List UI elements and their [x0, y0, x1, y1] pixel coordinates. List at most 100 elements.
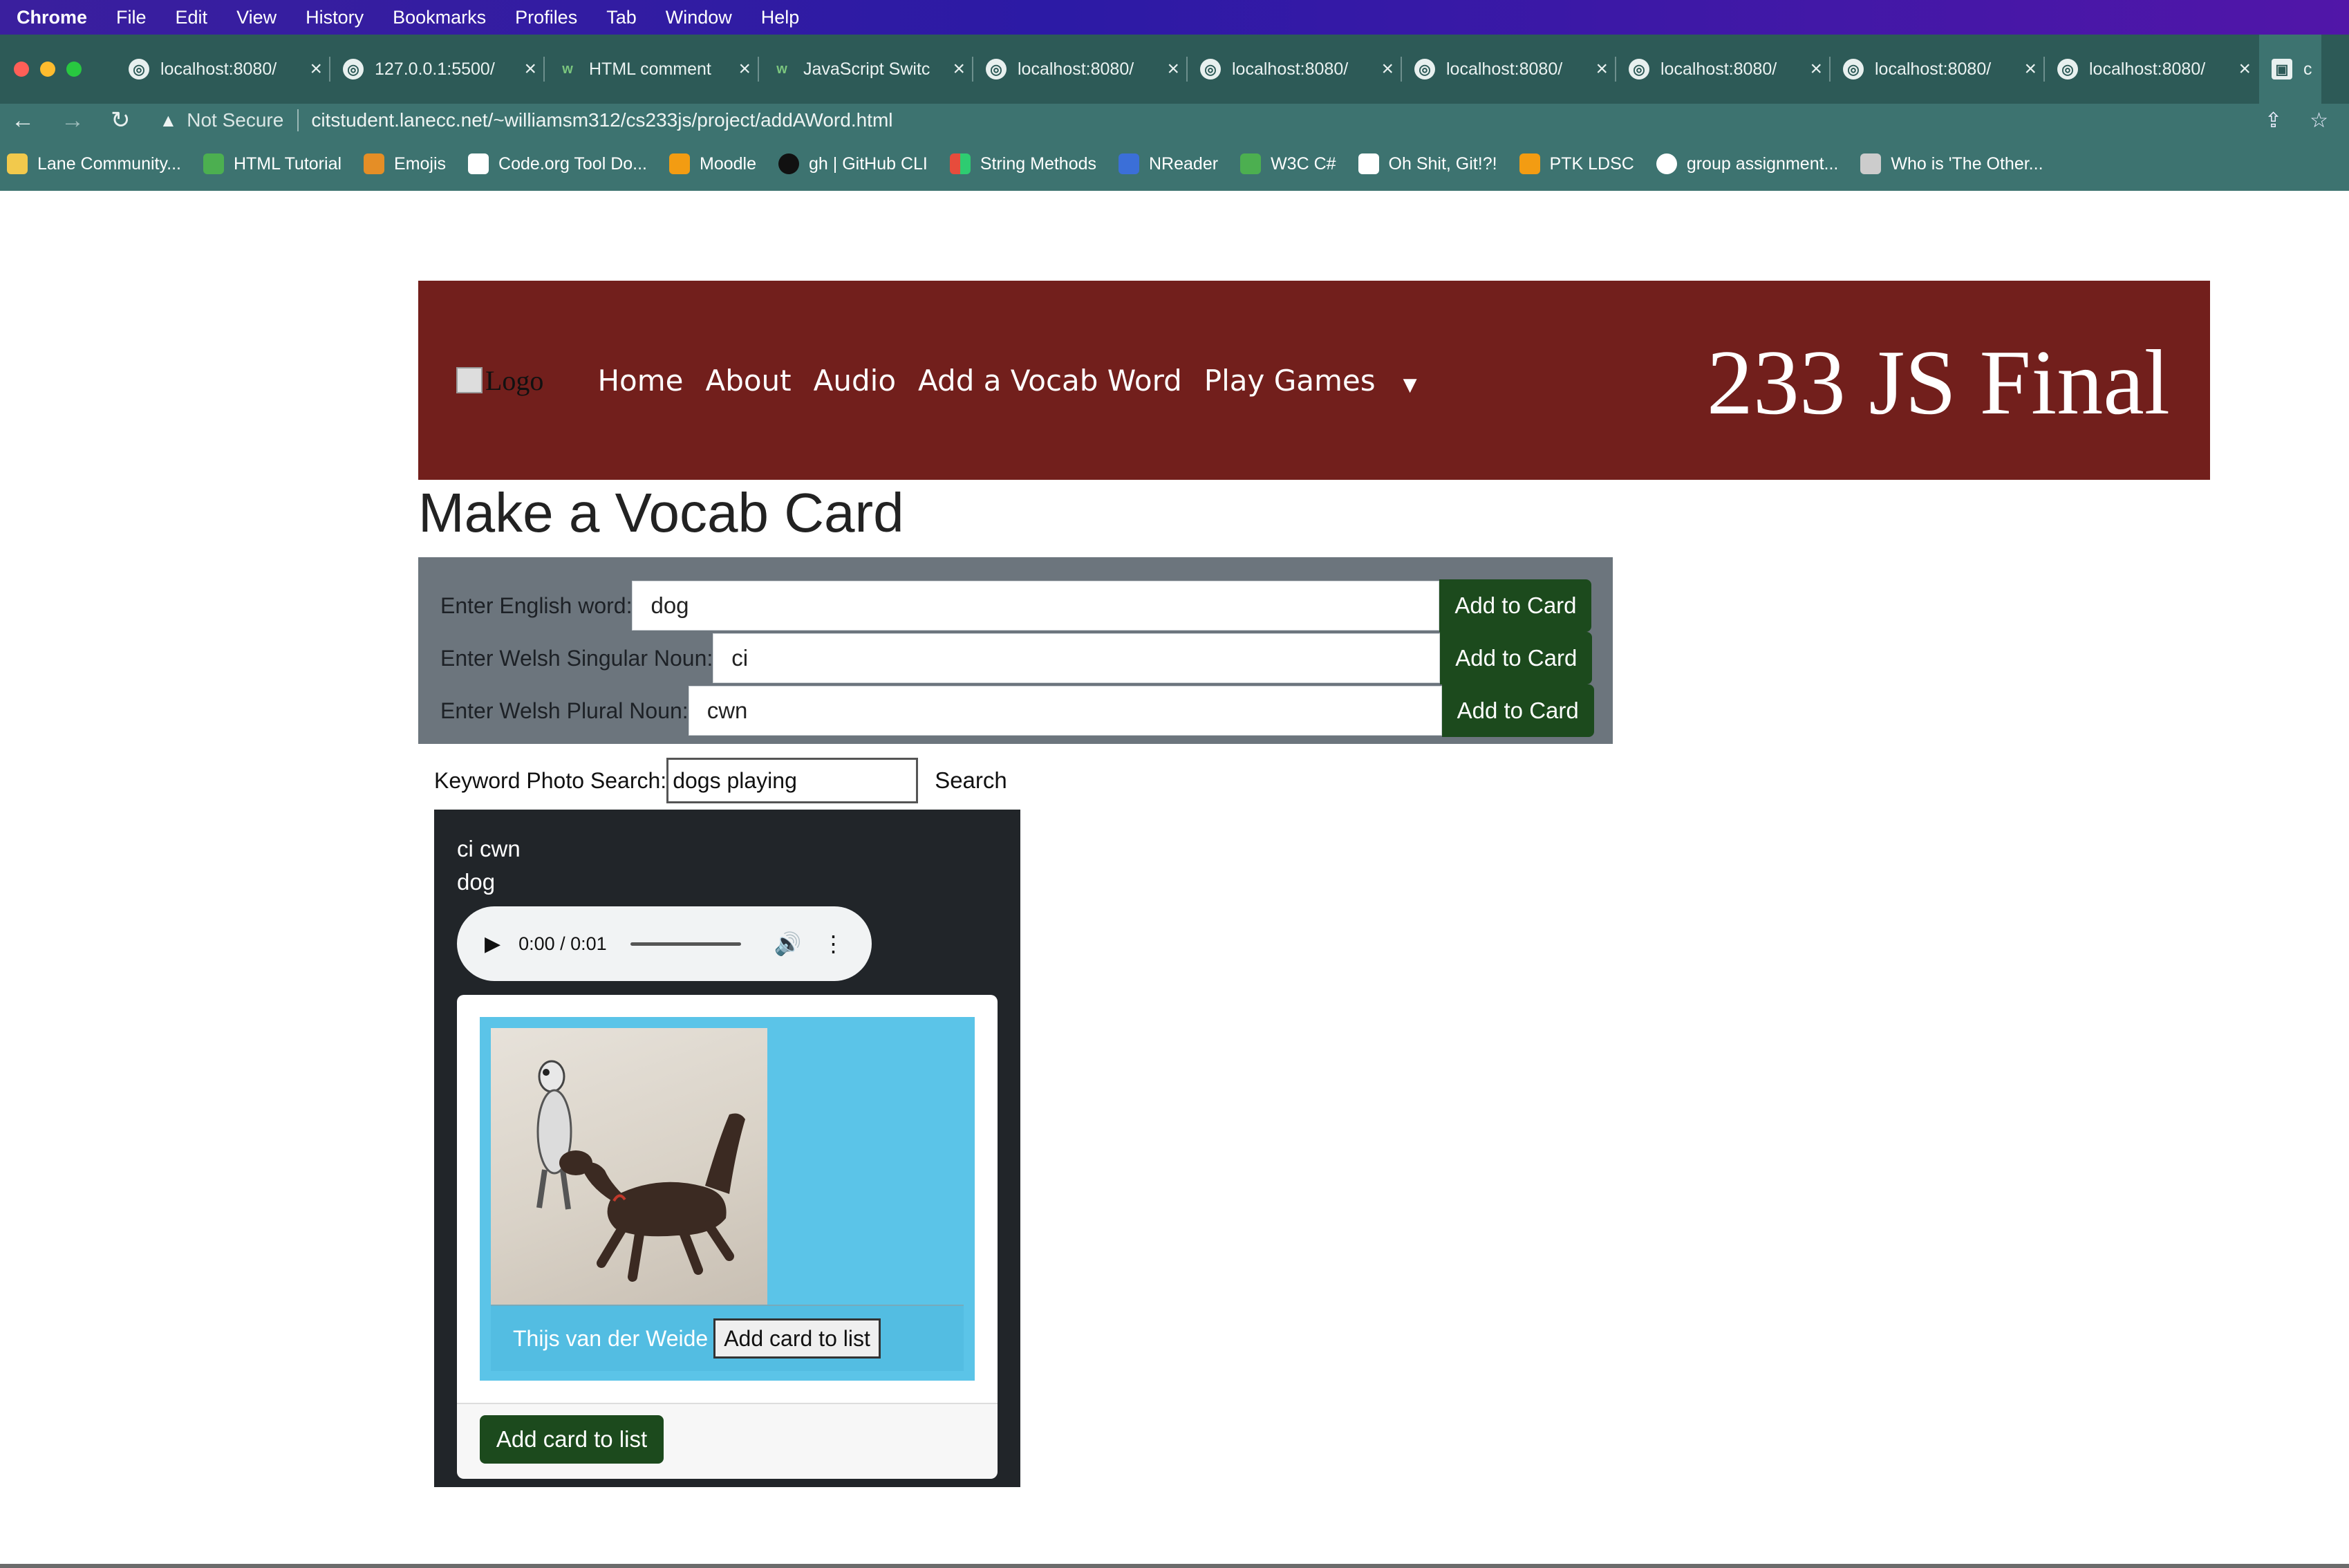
bookmark-star-icon[interactable]: ☆	[2310, 109, 2328, 133]
more-options-icon[interactable]: ⋮	[823, 931, 845, 957]
plural-input[interactable]: cwn	[688, 686, 1442, 736]
browser-tab-active[interactable]: ▣citstu	[2259, 35, 2321, 104]
english-row: Enter English word: dog Add to Card	[440, 579, 1592, 632]
url-omnibox[interactable]: ▲ Not Secure citstudent.lanecc.net/~will…	[160, 105, 2303, 136]
menu-app-chrome[interactable]: Chrome	[17, 7, 87, 28]
menu-tab[interactable]: Tab	[606, 7, 637, 28]
bookmark-item[interactable]: Oh Shit, Git!?!	[1358, 153, 1497, 174]
dogs-photo[interactable]	[491, 1028, 767, 1305]
bookmark-item[interactable]: PTK LDSC	[1519, 153, 1634, 174]
browser-tab[interactable]: ◎ localhost:8080/×	[1616, 35, 1831, 104]
play-icon[interactable]: ▶	[485, 932, 500, 956]
close-tab-icon[interactable]: ×	[1810, 57, 1822, 81]
browser-tab[interactable]: ◎ localhost:8080/×	[1831, 35, 2045, 104]
volume-icon[interactable]: 🔊	[774, 931, 802, 957]
bookmark-item[interactable]: String Methods	[949, 153, 1096, 174]
bookmark-item[interactable]: Moodle	[669, 153, 756, 174]
globe-icon: ◎	[1414, 59, 1435, 80]
forward-arrow-icon[interactable]: →	[61, 107, 84, 134]
add-english-button[interactable]: Add to Card	[1439, 579, 1592, 632]
browser-tab[interactable]: ◎ localhost:8080/×	[1188, 35, 1402, 104]
menu-help[interactable]: Help	[761, 7, 800, 28]
bookmark-item[interactable]: NReader	[1119, 153, 1218, 174]
browser-tab[interactable]: w HTML comment ×	[545, 35, 759, 104]
close-tab-icon[interactable]: ×	[524, 57, 536, 81]
close-tab-icon[interactable]: ×	[1381, 57, 1394, 81]
english-input[interactable]: dog	[632, 581, 1440, 631]
minimize-window-button[interactable]	[40, 62, 55, 77]
mac-menubar: Chrome File Edit View History Bookmarks …	[0, 0, 2349, 35]
globe-icon: ◎	[1843, 59, 1864, 80]
bookmark-favicon-icon	[1358, 153, 1379, 174]
nav-home[interactable]: Home	[597, 364, 683, 398]
bookmark-item[interactable]: Lane Community...	[7, 153, 181, 174]
bookmark-item[interactable]: Emojis	[364, 153, 446, 174]
close-tab-icon[interactable]: ×	[1595, 57, 1608, 81]
menu-view[interactable]: View	[236, 7, 277, 28]
globe-icon: ◎	[986, 59, 1007, 80]
close-tab-icon[interactable]: ×	[2024, 57, 2037, 81]
zoom-window-button[interactable]	[66, 62, 82, 77]
bookmark-favicon-icon	[1240, 153, 1262, 174]
bookmark-item[interactable]: group assignment...	[1656, 153, 1838, 174]
audio-progress-slider[interactable]	[630, 942, 741, 946]
nav-audio[interactable]: Audio	[814, 364, 896, 398]
menu-file[interactable]: File	[116, 7, 147, 28]
menu-bookmarks[interactable]: Bookmarks	[393, 7, 486, 28]
page-icon: ▣	[2272, 59, 2292, 80]
share-icon[interactable]: ⇪	[2265, 109, 2282, 133]
plural-label: Enter Welsh Plural Noun:	[440, 698, 689, 723]
close-tab-icon[interactable]: ×	[310, 57, 322, 81]
warning-icon[interactable]: ▲	[160, 110, 178, 131]
site-header: Logo Home About Audio Add a Vocab Word P…	[418, 281, 2210, 480]
bookmark-item[interactable]: HTML Tutorial	[203, 153, 341, 174]
search-button[interactable]: Search	[935, 767, 1007, 794]
window-controls	[14, 62, 82, 77]
singular-label: Enter Welsh Singular Noun:	[440, 645, 713, 671]
browser-tab[interactable]: ◎ localhost:8080/×	[1402, 35, 1616, 104]
browser-tab[interactable]: ◎ localhost:8080/×	[116, 35, 330, 104]
close-tab-icon[interactable]: ×	[1167, 57, 1179, 81]
bookmark-item[interactable]: Code.org Tool Do...	[468, 153, 647, 174]
back-arrow-icon[interactable]: ←	[11, 107, 35, 134]
bookmark-item[interactable]: gh | GitHub CLI	[778, 153, 928, 174]
singular-input[interactable]: ci	[713, 633, 1441, 683]
english-word: dog	[457, 869, 496, 895]
menu-profiles[interactable]: Profiles	[515, 7, 577, 28]
close-tab-icon[interactable]: ×	[953, 57, 965, 81]
add-plural-button[interactable]: Add to Card	[1441, 684, 1594, 737]
add-card-to-list-button[interactable]: Add card to list	[480, 1415, 664, 1464]
close-tab-icon[interactable]: ×	[2238, 57, 2251, 81]
add-card-to-list-button-small[interactable]: Add card to list	[713, 1318, 881, 1359]
logo-image[interactable]: Logo	[456, 364, 543, 397]
browser-tab[interactable]: ◎ localhost:8080/×	[973, 35, 1188, 104]
tab-strip: ◎ localhost:8080/× ◎ 127.0.0.1:5500/× w HTM…	[0, 35, 2349, 104]
photo-search-input[interactable]: dogs playing	[666, 758, 919, 803]
nav-about[interactable]: About	[705, 364, 791, 398]
browser-tab[interactable]: ◎ localhost:8080/×	[2045, 35, 2259, 104]
bookmark-item[interactable]: W3C C#	[1240, 153, 1336, 174]
close-tab-icon[interactable]: ×	[738, 57, 751, 81]
close-window-button[interactable]	[14, 62, 29, 77]
bookmark-favicon-icon	[1119, 153, 1139, 174]
bookmark-item[interactable]: Who is 'The Other...	[1860, 153, 2043, 174]
url-text[interactable]: citstudent.lanecc.net/~williamsm312/cs23…	[311, 109, 892, 131]
browser-tab[interactable]: w JavaScript Switc ×	[759, 35, 973, 104]
add-singular-button[interactable]: Add to Card	[1440, 632, 1593, 684]
globe-icon: ◎	[2057, 59, 2078, 80]
browser-tab[interactable]: ◎ 127.0.0.1:5500/×	[330, 35, 545, 104]
nav-play-games[interactable]: Play Games ▼	[1204, 364, 1439, 398]
globe-icon: ◎	[129, 59, 149, 80]
security-status[interactable]: Not Secure	[187, 109, 283, 131]
audio-player[interactable]: ▶ 0:00 / 0:01 🔊 ⋮	[457, 906, 872, 981]
google-icon	[1656, 153, 1677, 174]
reload-icon[interactable]: ↻	[111, 106, 131, 134]
nav-add-vocab-word[interactable]: Add a Vocab Word	[918, 364, 1182, 398]
menu-edit[interactable]: Edit	[176, 7, 208, 28]
site-title: 233 JS Final	[1706, 331, 2170, 433]
menu-window[interactable]: Window	[666, 7, 732, 28]
page-title: Make a Vocab Card	[418, 482, 904, 543]
w3schools-icon: w	[562, 61, 573, 77]
menu-history[interactable]: History	[306, 7, 364, 28]
photographer-credit[interactable]: Thijs van der Weide	[513, 1326, 708, 1352]
